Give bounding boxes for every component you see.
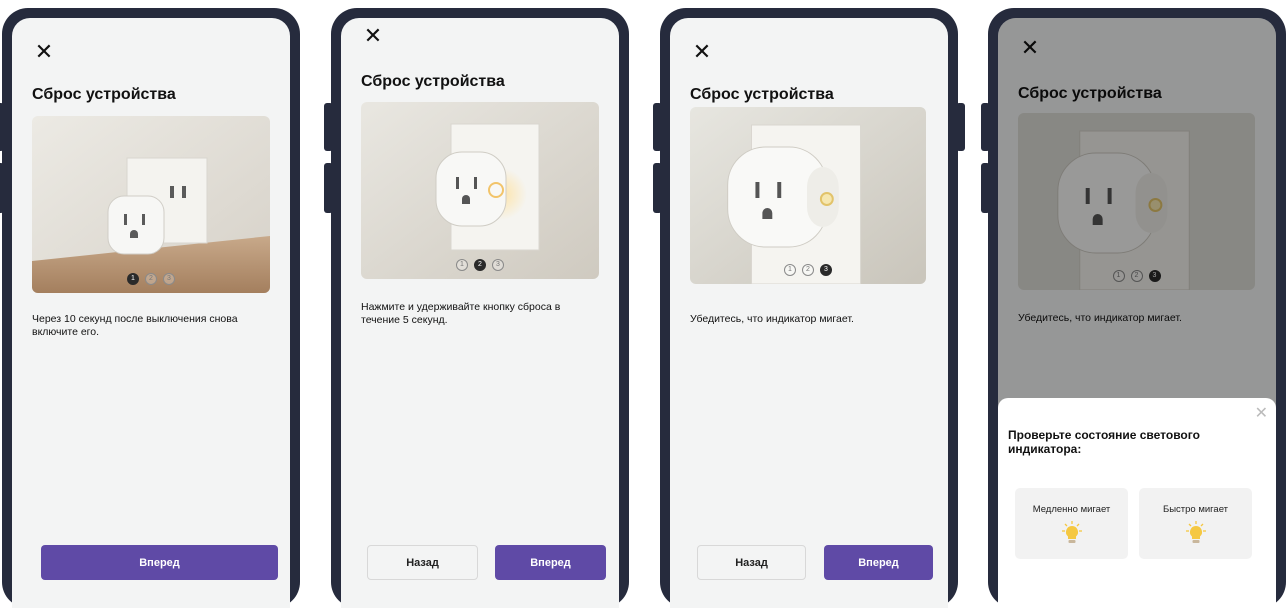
screen-step-1: ✕ Сброс устройства 1 2 3 Через 10 секунд… bbox=[12, 18, 290, 608]
carousel-dot[interactable]: 1 bbox=[784, 264, 796, 276]
side-button bbox=[653, 163, 662, 213]
side-button bbox=[0, 103, 4, 151]
carousel-dots: 123 bbox=[690, 264, 926, 276]
close-icon[interactable]: ✕ bbox=[32, 40, 56, 64]
smart-plug-illustration bbox=[32, 116, 270, 293]
smart-plug-illustration bbox=[690, 107, 926, 284]
sheet-title: Проверьте состояние светового индикатора… bbox=[1008, 428, 1200, 456]
side-button bbox=[981, 163, 990, 213]
close-icon[interactable]: ✕ bbox=[361, 24, 385, 48]
sheet-close-icon[interactable]: ✕ bbox=[1255, 406, 1268, 422]
carousel-dot[interactable]: 1 bbox=[127, 273, 139, 285]
side-button bbox=[956, 103, 965, 151]
side-button bbox=[653, 103, 662, 151]
screen-step-3-dialog: ✕ Сброс устройства 123 Убедитесь, что ин… bbox=[998, 18, 1276, 608]
next-button[interactable]: Вперед bbox=[824, 545, 933, 580]
light-bulb-icon bbox=[1185, 521, 1206, 543]
phone-frame-2: ✕ Сброс устройства 1 2 3 Нажмите и удерж… bbox=[324, 8, 629, 608]
carousel-dot[interactable]: 2 bbox=[802, 264, 814, 276]
page-title: Сброс устройства bbox=[361, 73, 505, 90]
light-bulb-icon bbox=[1061, 521, 1082, 543]
carousel-dot[interactable]: 3 bbox=[492, 259, 504, 271]
smart-plug-illustration bbox=[361, 102, 599, 279]
phone-frame-1: ✕ Сброс устройства 1 2 3 Через 10 секунд… bbox=[0, 8, 300, 608]
side-button bbox=[324, 163, 333, 213]
bottom-sheet: ✕ Проверьте состояние светового индикато… bbox=[998, 398, 1276, 608]
carousel-dots: 123 bbox=[361, 259, 599, 271]
screen-step-3: ✕ Сброс устройства 123 Убедитесь, что ин… bbox=[670, 18, 948, 608]
option-fast-blink[interactable]: Быстро мигает bbox=[1139, 488, 1252, 559]
side-button bbox=[981, 103, 990, 151]
back-button[interactable]: Назад bbox=[367, 545, 478, 580]
option-slow-blink[interactable]: Медленно мигает bbox=[1015, 488, 1128, 559]
instruction-text: Убедитесь, что индикатор мигает. bbox=[690, 313, 854, 325]
page-title: Сброс устройства bbox=[32, 86, 176, 103]
option-label: Медленно мигает bbox=[1032, 504, 1111, 515]
carousel-dot[interactable]: 3 bbox=[820, 264, 832, 276]
option-label: Быстро мигает bbox=[1162, 504, 1229, 515]
page-title: Сброс устройства bbox=[690, 86, 834, 103]
phone-frame-3: ✕ Сброс устройства 123 Убедитесь, что ин… bbox=[653, 8, 965, 608]
carousel-dot[interactable]: 2 bbox=[474, 259, 486, 271]
back-button[interactable]: Назад bbox=[697, 545, 806, 580]
side-button bbox=[0, 163, 4, 213]
carousel-dots: 123 bbox=[32, 273, 270, 285]
next-button[interactable]: Вперед bbox=[41, 545, 278, 580]
next-button[interactable]: Вперед bbox=[495, 545, 606, 580]
instruction-text: Через 10 секунд после выключения снова в… bbox=[32, 313, 238, 338]
instruction-text: Нажмите и удерживайте кнопку сброса в те… bbox=[361, 301, 561, 326]
screen-step-2: ✕ Сброс устройства 1 2 3 Нажмите и удерж… bbox=[341, 18, 619, 608]
carousel-dot[interactable]: 3 bbox=[163, 273, 175, 285]
close-icon[interactable]: ✕ bbox=[690, 40, 714, 64]
carousel-dot[interactable]: 1 bbox=[456, 259, 468, 271]
carousel-dot[interactable]: 2 bbox=[145, 273, 157, 285]
side-button bbox=[324, 103, 333, 151]
device-photo: 123 bbox=[32, 116, 270, 293]
phone-frame-4: ✕ Сброс устройства 123 Убедитесь, что ин… bbox=[981, 8, 1286, 608]
device-photo: 123 bbox=[361, 102, 599, 279]
device-photo: 123 bbox=[690, 107, 926, 284]
